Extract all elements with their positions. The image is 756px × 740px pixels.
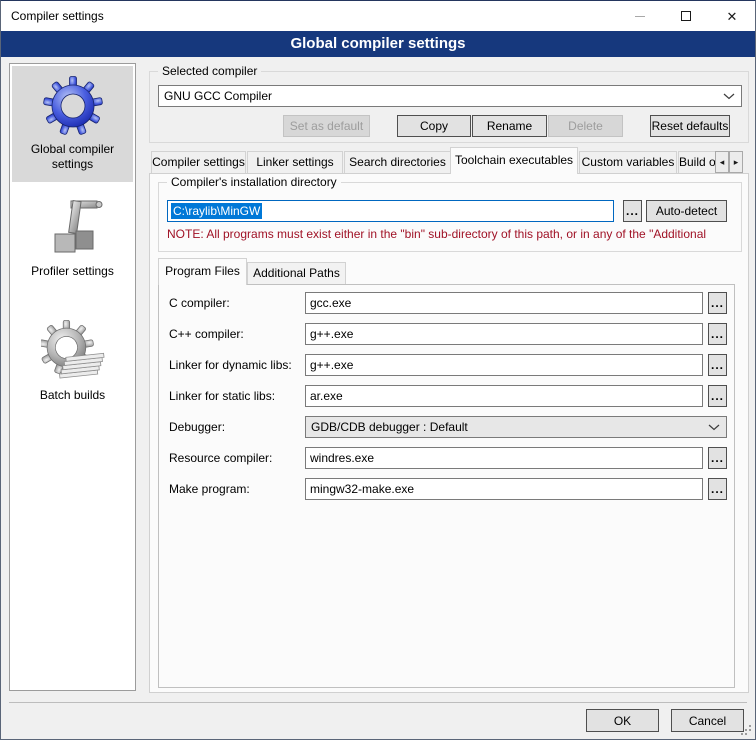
tab-linker-settings[interactable]: Linker settings bbox=[247, 151, 343, 174]
gray-gear-stack-icon bbox=[41, 320, 105, 386]
tab-program-files[interactable]: Program Files bbox=[158, 258, 247, 285]
maximize-icon bbox=[681, 11, 691, 21]
tab-custom-variables[interactable]: Custom variables bbox=[579, 151, 677, 174]
sidebar-item-global-compiler-settings[interactable]: Global compiler settings bbox=[12, 66, 133, 182]
delete-button[interactable]: Delete bbox=[548, 115, 623, 137]
cpp-compiler-input[interactable] bbox=[305, 323, 703, 345]
linker-static-label: Linker for static libs: bbox=[169, 385, 275, 407]
tab-toolchain-executables[interactable]: Toolchain executables bbox=[450, 147, 578, 174]
resize-grip[interactable] bbox=[749, 733, 751, 735]
linker-static-input[interactable] bbox=[305, 385, 703, 407]
tab-build-options[interactable]: Build options bbox=[678, 151, 716, 174]
linker-dynamic-browse-button[interactable]: ... bbox=[708, 354, 727, 376]
page-title: Global compiler settings bbox=[1, 31, 755, 57]
installation-directory-input[interactable]: C:\raylib\MinGW bbox=[167, 200, 614, 222]
minimize-button[interactable] bbox=[617, 1, 663, 31]
sidebar-item-label: Global compiler settings bbox=[12, 142, 133, 172]
compiler-settings-window: Compiler settings ✕ Global compiler sett… bbox=[0, 0, 756, 740]
browse-directory-button[interactable]: ... bbox=[623, 200, 642, 222]
chevron-down-icon bbox=[708, 424, 720, 431]
tab-additional-paths[interactable]: Additional Paths bbox=[247, 262, 346, 285]
resource-compiler-input[interactable] bbox=[305, 447, 703, 469]
caption-buttons: ✕ bbox=[617, 1, 755, 31]
close-icon: ✕ bbox=[727, 10, 738, 23]
toolchain-executables-panel: Compiler's installation directory C:\ray… bbox=[149, 173, 749, 693]
debugger-select-value: GDB/CDB debugger : Default bbox=[311, 420, 708, 434]
program-files-panel: C compiler: ... C++ compiler: ... Linker… bbox=[158, 284, 735, 688]
rename-button[interactable]: Rename bbox=[472, 115, 547, 137]
tab-scroll-left-button[interactable]: ◂ bbox=[715, 151, 729, 173]
debugger-select[interactable]: GDB/CDB debugger : Default bbox=[305, 416, 727, 438]
reset-defaults-button[interactable]: Reset defaults bbox=[650, 115, 730, 137]
cpp-compiler-label: C++ compiler: bbox=[169, 323, 244, 345]
make-program-input[interactable] bbox=[305, 478, 703, 500]
footer-divider bbox=[9, 702, 747, 703]
sidebar-item-batch-builds[interactable]: Batch builds bbox=[12, 312, 133, 428]
selected-path-text: C:\raylib\MinGW bbox=[171, 203, 262, 219]
sidebar-item-label: Batch builds bbox=[12, 388, 133, 403]
auto-detect-button[interactable]: Auto-detect bbox=[646, 200, 727, 222]
chevron-down-icon bbox=[723, 93, 735, 100]
sidebar-item-label: Profiler settings bbox=[12, 264, 133, 279]
set-as-default-button[interactable]: Set as default bbox=[283, 115, 370, 137]
compiler-select[interactable]: GNU GCC Compiler bbox=[158, 85, 742, 107]
selected-compiler-group: Selected compiler GNU GCC Compiler Set a… bbox=[149, 71, 749, 143]
resource-compiler-label: Resource compiler: bbox=[169, 447, 272, 469]
blue-gear-icon bbox=[41, 74, 105, 140]
compiler-select-value: GNU GCC Compiler bbox=[164, 89, 723, 103]
settings-sidebar: Global compiler settings bbox=[9, 63, 136, 691]
c-compiler-browse-button[interactable]: ... bbox=[708, 292, 727, 314]
titlebar: Compiler settings ✕ bbox=[1, 1, 755, 31]
group-label: Compiler's installation directory bbox=[167, 175, 341, 189]
tab-compiler-settings[interactable]: Compiler settings bbox=[151, 151, 246, 174]
copy-button[interactable]: Copy bbox=[397, 115, 471, 137]
ok-button[interactable]: OK bbox=[586, 709, 659, 732]
installation-directory-group: Compiler's installation directory C:\ray… bbox=[158, 182, 742, 252]
c-compiler-input[interactable] bbox=[305, 292, 703, 314]
dialog-body: Global compiler settings bbox=[1, 57, 755, 739]
cpp-compiler-browse-button[interactable]: ... bbox=[708, 323, 727, 345]
window-title: Compiler settings bbox=[1, 9, 104, 23]
tab-scroll-right-button[interactable]: ▸ bbox=[729, 151, 743, 173]
resource-compiler-browse-button[interactable]: ... bbox=[708, 447, 727, 469]
close-button[interactable]: ✕ bbox=[709, 1, 755, 31]
linker-static-browse-button[interactable]: ... bbox=[708, 385, 727, 407]
group-label: Selected compiler bbox=[158, 64, 261, 78]
sidebar-item-profiler-settings[interactable]: Profiler settings bbox=[12, 188, 133, 304]
cancel-button[interactable]: Cancel bbox=[671, 709, 744, 732]
make-program-label: Make program: bbox=[169, 478, 250, 500]
maximize-button[interactable] bbox=[663, 1, 709, 31]
make-program-browse-button[interactable]: ... bbox=[708, 478, 727, 500]
debugger-label: Debugger: bbox=[169, 416, 225, 438]
caliper-icon bbox=[41, 196, 105, 262]
bin-subdirectory-note: NOTE: All programs must exist either in … bbox=[167, 227, 737, 241]
linker-dynamic-label: Linker for dynamic libs: bbox=[169, 354, 292, 376]
minimize-icon bbox=[635, 16, 645, 17]
linker-dynamic-input[interactable] bbox=[305, 354, 703, 376]
tab-search-directories[interactable]: Search directories bbox=[344, 151, 451, 174]
c-compiler-label: C compiler: bbox=[169, 292, 230, 314]
